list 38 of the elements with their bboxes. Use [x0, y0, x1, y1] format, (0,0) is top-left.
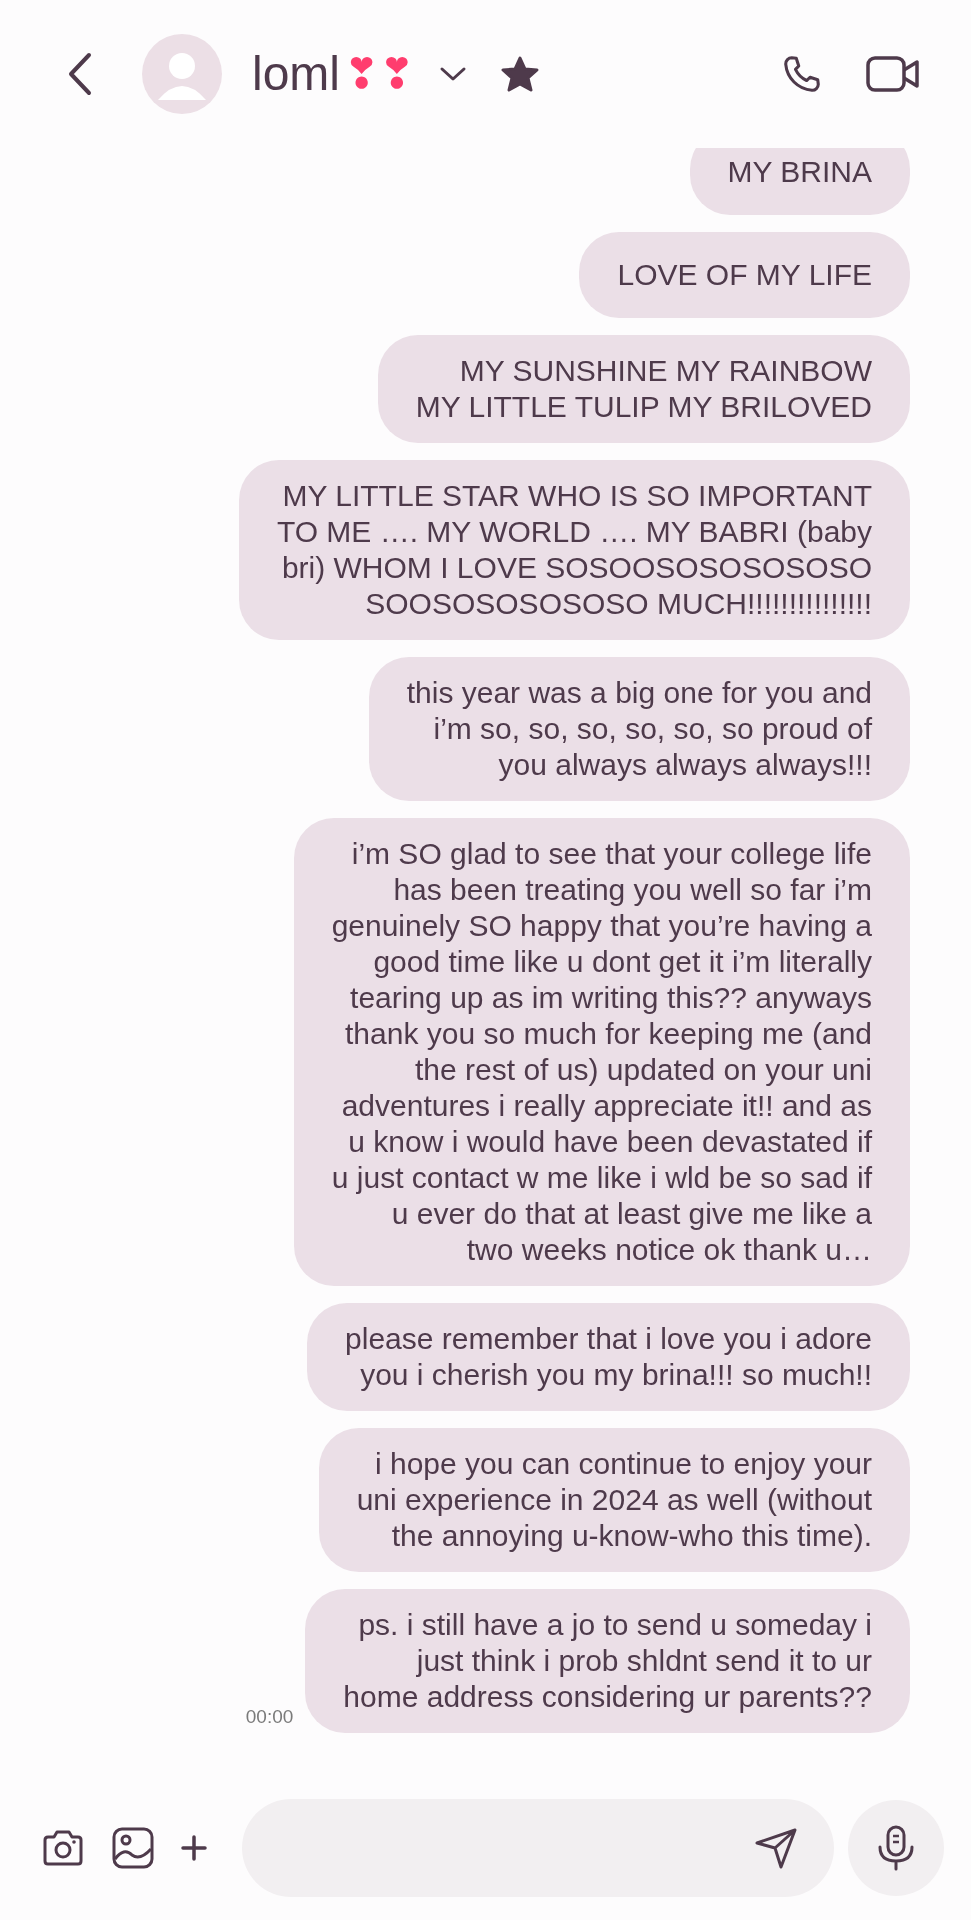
message-text: this year was a big one for you and — [406, 675, 872, 711]
send-icon[interactable] — [754, 1826, 798, 1870]
message-text: i’m so, so, so, so, so, so proud of — [433, 711, 872, 747]
star-icon — [500, 55, 541, 93]
message-text: i hope you can continue to enjoy your — [375, 1446, 872, 1482]
message-text: two weeks notice ok thank u… — [466, 1232, 872, 1268]
message-text: TO ME …. MY WORLD …. MY BABRI (baby — [276, 514, 872, 550]
message-text: u just contact w me like i wld be so sad if — [331, 1160, 872, 1196]
message-text: MY LITTLE STAR WHO IS SO IMPORTANT — [282, 478, 872, 514]
message-text: please remember that i love you i adore — [345, 1321, 872, 1357]
message-text: u ever do that at least give me like a — [391, 1196, 872, 1232]
message-text: bri) WHOM I LOVE SOSOOSOSOSOSOSO — [281, 550, 872, 586]
message-text: home address considering ur parents?? — [343, 1679, 872, 1715]
gallery-button[interactable] — [110, 1825, 156, 1871]
message-text: just think i prob shldnt send it to ur — [416, 1643, 872, 1679]
message-time: 00:00 — [245, 1704, 294, 1729]
message-text: SOOSOSOSOSOSO MUCH!!!!!!!!!!!!!!! — [365, 586, 872, 622]
message-text: you always always always!!! — [498, 747, 872, 783]
message-text: good time like u dont get it i’m literally — [373, 944, 872, 980]
message-text: adventures i really appreciate it!! and as — [341, 1088, 872, 1124]
message-text: the rest of us) updated on your uni — [415, 1052, 872, 1088]
contact-name: loml — [252, 50, 340, 98]
message-text: MY LITTLE TULIP MY BRILOVED — [415, 389, 872, 425]
message-text: u know i would have been devastated if — [348, 1124, 872, 1160]
message-text: MY SUNSHINE MY RAINBOW — [459, 353, 872, 389]
contact-emoji: ❣❣ — [344, 53, 415, 95]
message-text: has been treating you well so far i’m — [393, 872, 872, 908]
message-text: MY BRINA — [727, 154, 872, 190]
message-text: LOVE OF MY LIFE — [617, 257, 872, 293]
message-text: uni experience in 2024 as well (without — [356, 1482, 872, 1518]
microphone-icon — [876, 1825, 916, 1871]
message-text: i’m SO glad to see that your college life — [351, 836, 872, 872]
message-text: you i cherish you my brina!!! so much!! — [360, 1357, 872, 1393]
message-text: genuinely SO happy that you’re having a — [331, 908, 872, 944]
message-text: thank you so much for keeping me (and — [345, 1016, 872, 1052]
message-text: tearing up as im writing this?? anyways — [350, 980, 872, 1016]
message-text: the annoying u-know-who this time). — [391, 1518, 872, 1554]
message-text: ps. i still have a jo to send u someday i — [358, 1607, 872, 1643]
